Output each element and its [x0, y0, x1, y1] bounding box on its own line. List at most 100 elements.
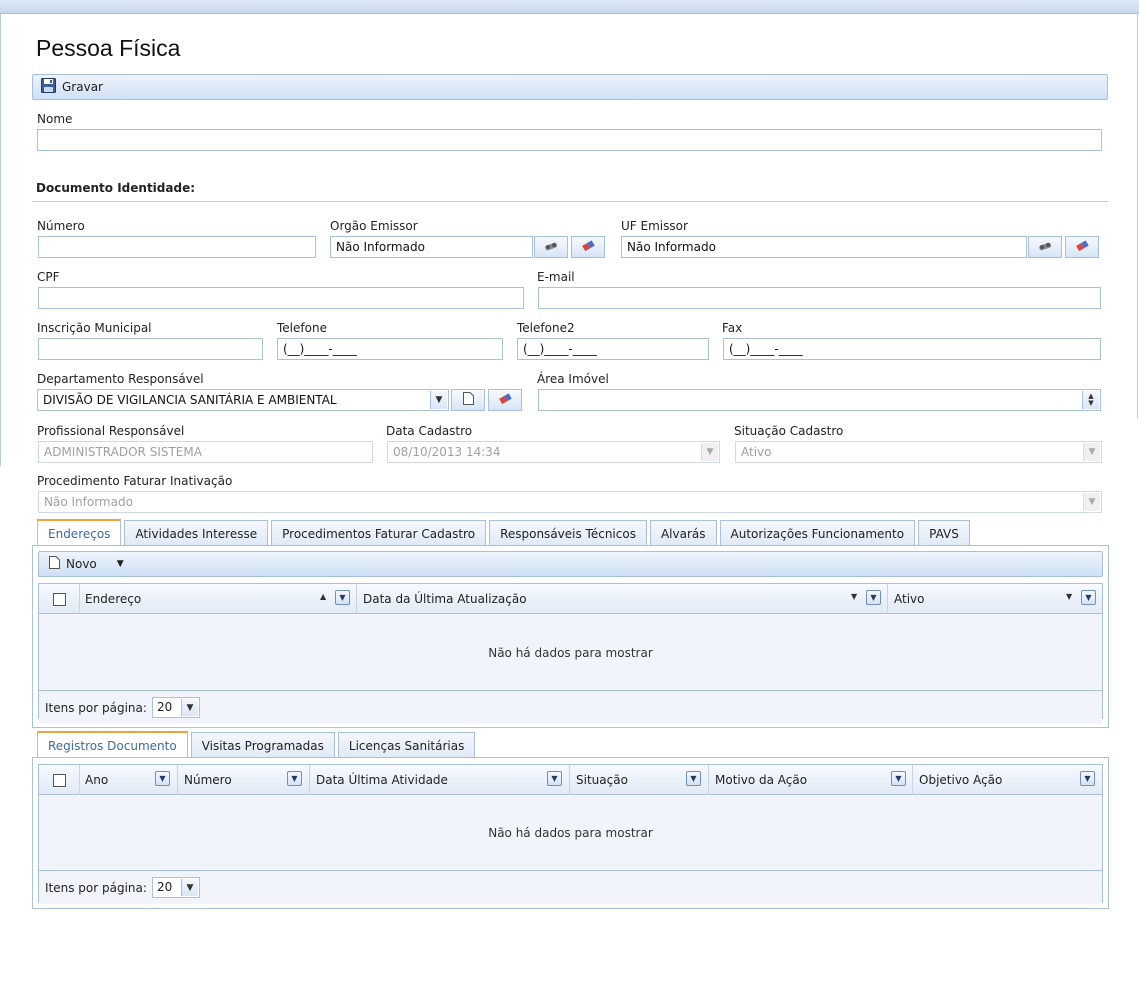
chevron-down-icon[interactable]: ▼: [180, 879, 198, 896]
filter-icon[interactable]: ▼: [891, 771, 906, 786]
tab-registros-documento[interactable]: Registros Documento: [37, 731, 188, 758]
select-all-checkbox[interactable]: [52, 773, 66, 787]
col-data-ultima-atividade[interactable]: Data Última Atividade ▼: [310, 765, 570, 795]
spinner-arrows-icon[interactable]: ▲ ▼: [1082, 391, 1099, 409]
data-cadastro-value: 08/10/2013 14:34: [393, 445, 501, 459]
departamento-new-button[interactable]: [451, 389, 485, 411]
grid2-empty-message: Não há dados para mostrar: [488, 826, 653, 840]
col-ano[interactable]: Ano ▼: [80, 765, 178, 795]
page-size-select[interactable]: 20 ▼: [151, 877, 200, 898]
situacao-label: Situação Cadastro: [734, 424, 844, 438]
page-size-label: Itens por página:: [45, 700, 147, 715]
chevron-down-icon[interactable]: ▼: [117, 559, 124, 569]
col-situacao[interactable]: Situação ▼: [570, 765, 709, 795]
filter-icon[interactable]: ▼: [155, 771, 170, 786]
page-size-select[interactable]: 20 ▼: [151, 697, 200, 718]
numero-label: Número: [37, 219, 85, 233]
filter-icon[interactable]: ▼: [287, 771, 302, 786]
page-size-label: Itens por página:: [45, 880, 147, 895]
save-label: Gravar: [62, 80, 103, 94]
uf-clear-button[interactable]: [1065, 236, 1099, 258]
window-top-strip: [0, 0, 1139, 14]
telefone-input[interactable]: (__)____-____: [277, 338, 503, 360]
procedimento-select: Não Informado ▼: [38, 491, 1102, 513]
col-motivo-acao[interactable]: Motivo da Ação ▼: [709, 765, 913, 795]
chevron-down-icon: ▼: [701, 443, 718, 461]
inscricao-municipal-label: Inscrição Municipal: [37, 321, 152, 335]
orgao-clear-button[interactable]: [571, 236, 605, 258]
tab-atividades-interesse[interactable]: Atividades Interesse: [124, 520, 269, 546]
col-endereco[interactable]: Endereço ▲ ▼: [80, 584, 357, 614]
documento-section-title: Documento Identidade:: [36, 181, 196, 195]
eraser-icon: [498, 392, 512, 408]
chevron-down-icon[interactable]: ▼: [180, 699, 198, 716]
tab-responsaveis-tecnicos[interactable]: Responsáveis Técnicos: [489, 520, 647, 546]
tab-procedimentos-faturar[interactable]: Procedimentos Faturar Cadastro: [271, 520, 487, 546]
enderecos-grid: Endereço ▲ ▼ Data da Última Atualização …: [38, 583, 1103, 724]
col-objetivo-acao[interactable]: Objetivo Ação ▼: [913, 765, 1102, 795]
chevron-down-icon: ▼: [1083, 493, 1100, 511]
numero-input[interactable]: [38, 236, 316, 258]
tab-visitas-programadas[interactable]: Visitas Programadas: [190, 732, 335, 758]
fax-label: Fax: [722, 321, 743, 335]
inscricao-municipal-input[interactable]: [38, 338, 263, 360]
new-document-icon: [49, 556, 60, 572]
cpf-input[interactable]: [38, 287, 524, 309]
area-imovel-input[interactable]: ▲ ▼: [538, 389, 1101, 411]
grid1-header: Endereço ▲ ▼ Data da Última Atualização …: [39, 584, 1102, 614]
cpf-label: CPF: [37, 270, 60, 284]
filter-icon[interactable]: ▼: [1080, 771, 1095, 786]
profissional-input: ADMINISTRADOR SISTEMA: [38, 441, 373, 463]
tab-pavs[interactable]: PAVS: [918, 520, 970, 546]
tabs-registros: Registros Documento Visitas Programadas …: [37, 730, 478, 758]
filter-icon[interactable]: ▼: [866, 590, 881, 605]
departamento-select[interactable]: DIVISÃO DE VIGILANCIA SANITÁRIA E AMBIEN…: [37, 389, 449, 411]
save-button[interactable]: Gravar: [33, 75, 1107, 99]
new-document-icon: [462, 392, 474, 408]
situacao-value: Ativo: [741, 445, 772, 459]
new-button[interactable]: Novo ▼: [39, 552, 1102, 576]
section-divider: [32, 201, 1108, 202]
filter-icon[interactable]: ▼: [547, 771, 562, 786]
email-label: E-mail: [537, 270, 575, 284]
select-all-checkbox[interactable]: [52, 592, 66, 606]
filter-icon[interactable]: ▼: [335, 590, 350, 605]
telefone2-input[interactable]: (__)____-____: [517, 338, 709, 360]
select-all-cell: [39, 584, 80, 614]
col-data-atualizacao[interactable]: Data da Última Atualização ▼ ▼: [357, 584, 888, 614]
orgao-search-button[interactable]: [534, 236, 568, 258]
chevron-down-icon[interactable]: ▼: [430, 391, 447, 409]
procedimento-value: Não Informado: [44, 495, 133, 509]
departamento-label: Departamento Responsável: [37, 372, 204, 386]
registros-grid: Ano ▼ Número ▼ Data Última Atividade ▼ S…: [38, 764, 1103, 904]
new-label: Novo: [66, 557, 97, 571]
tab-licencas-sanitarias[interactable]: Licenças Sanitárias: [337, 732, 476, 758]
save-icon: [41, 78, 56, 96]
col-ativo[interactable]: Ativo ▼ ▼: [888, 584, 1102, 614]
orgao-emissor-input[interactable]: Não Informado: [330, 236, 533, 258]
email-input[interactable]: [538, 287, 1101, 309]
eraser-icon: [581, 239, 595, 255]
uf-search-button[interactable]: [1028, 236, 1062, 258]
tab-alvaras[interactable]: Alvarás: [649, 520, 717, 546]
filter-icon[interactable]: ▼: [1081, 590, 1096, 605]
departamento-clear-button[interactable]: [488, 389, 522, 411]
chevron-down-icon: ▼: [1083, 443, 1100, 461]
main-toolbar: Gravar: [32, 74, 1108, 100]
col-numero[interactable]: Número ▼: [178, 765, 310, 795]
grid1-pager: Itens por página: 20 ▼: [39, 690, 1102, 724]
nome-input[interactable]: [37, 129, 1102, 151]
filter-icon[interactable]: ▼: [686, 771, 701, 786]
grid2-pager: Itens por página: 20 ▼: [39, 870, 1102, 904]
profissional-label: Profissional Responsável: [37, 424, 185, 438]
tab-enderecos[interactable]: Endereços: [37, 519, 122, 546]
binoculars-icon: [544, 240, 558, 254]
area-imovel-label: Área Imóvel: [537, 372, 609, 386]
data-cadastro-input: 08/10/2013 14:34 ▼: [387, 441, 720, 463]
binoculars-icon: [1038, 240, 1052, 254]
uf-emissor-label: UF Emissor: [621, 219, 688, 233]
uf-emissor-input[interactable]: Não Informado: [621, 236, 1027, 258]
tab-autorizacoes[interactable]: Autorizações Funcionamento: [719, 520, 916, 546]
procedimento-label: Procedimento Faturar Inativação: [37, 474, 233, 488]
fax-input[interactable]: (__)____-____: [723, 338, 1101, 360]
